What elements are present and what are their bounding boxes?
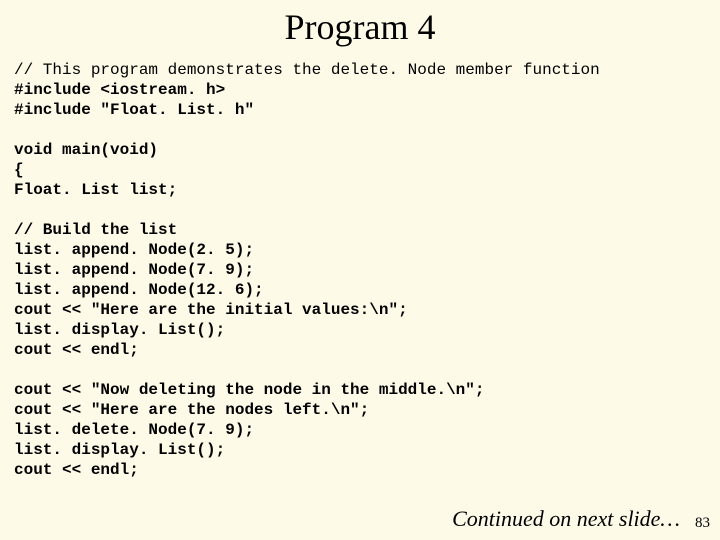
slide-title: Program 4: [0, 6, 720, 48]
code-line: list. append. Node(2. 5);: [14, 241, 254, 259]
continued-note: Continued on next slide…: [452, 506, 680, 532]
code-line: // Build the list: [14, 221, 177, 239]
code-line: list. append. Node(7. 9);: [14, 261, 254, 279]
code-line: #include "Float. List. h": [14, 101, 254, 119]
code-line: cout << endl;: [14, 461, 139, 479]
page-number: 83: [695, 515, 710, 532]
code-line: cout << endl;: [14, 341, 139, 359]
code-line: list. append. Node(12. 6);: [14, 281, 264, 299]
code-line: cout << "Here are the initial values:\n"…: [14, 301, 408, 319]
code-line: list. display. List();: [14, 441, 225, 459]
code-line: void main(void): [14, 141, 158, 159]
code-line: list. display. List();: [14, 321, 225, 339]
code-line: // This program demonstrates the delete.…: [14, 61, 600, 79]
code-line: list. delete. Node(7. 9);: [14, 421, 254, 439]
code-line: Float. List list;: [14, 181, 177, 199]
code-line: {: [14, 161, 24, 179]
code-line: cout << "Here are the nodes left.\n";: [14, 401, 369, 419]
code-block: // This program demonstrates the delete.…: [0, 60, 720, 480]
code-line: cout << "Now deleting the node in the mi…: [14, 381, 484, 399]
slide: Program 4 // This program demonstrates t…: [0, 6, 720, 540]
code-line: #include <iostream. h>: [14, 81, 225, 99]
